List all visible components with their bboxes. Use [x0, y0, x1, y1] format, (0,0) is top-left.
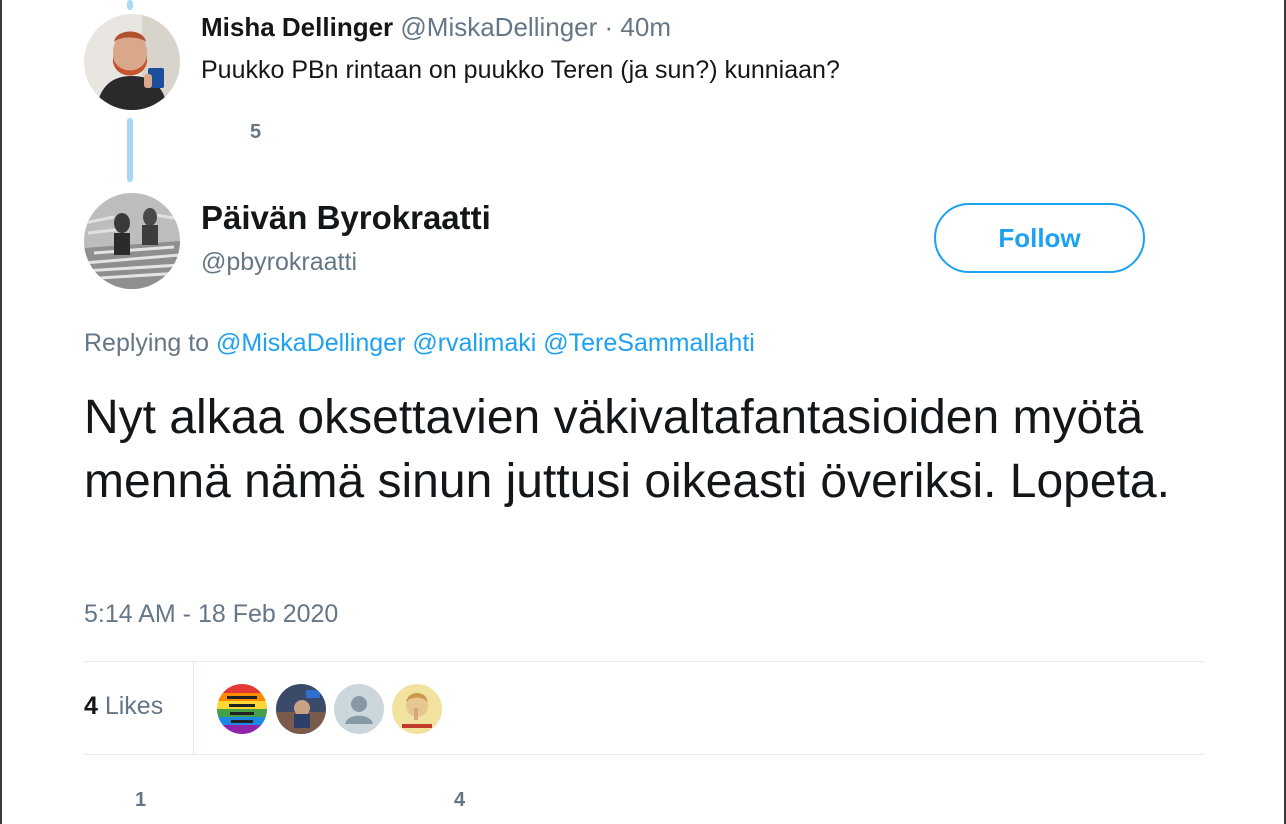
author-name[interactable]: Päivän Byrokraatti: [201, 199, 491, 237]
mention-link[interactable]: @TereSammallahti: [543, 329, 755, 357]
thread-line: [127, 118, 133, 182]
liker-avatar[interactable]: [276, 684, 326, 734]
parent-author: Misha Dellinger @MiskaDellinger · 40m: [201, 12, 671, 43]
mention-link[interactable]: @MiskaDellinger: [216, 329, 405, 357]
parent-author-handle[interactable]: @MiskaDellinger: [400, 12, 597, 42]
stats-divider-top: [84, 661, 1204, 662]
avatar-misha[interactable]: [84, 14, 180, 110]
reply-count[interactable]: 1: [135, 789, 146, 812]
likes-count: 4: [84, 692, 98, 720]
tweet-text: Nyt alkaa oksettavien väkivaltafantasioi…: [84, 391, 1170, 508]
avatar-pbyrokraatti[interactable]: [84, 193, 180, 289]
mention-link[interactable]: @rvalimaki: [412, 329, 536, 357]
tweet-page: Misha Dellinger @MiskaDellinger · 40m Pu…: [0, 0, 1286, 824]
follow-button[interactable]: Follow: [934, 203, 1145, 273]
stats-divider-vertical: [193, 661, 194, 754]
parent-author-name[interactable]: Misha Dellinger: [201, 12, 393, 42]
stats-divider-bottom: [84, 754, 1204, 755]
author-handle[interactable]: @pbyrokraatti: [201, 248, 357, 277]
replying-to: Replying to @MiskaDellinger @rvalimaki @…: [84, 329, 755, 358]
likes-stat[interactable]: 4 Likes: [84, 692, 163, 721]
liker-avatar[interactable]: [217, 684, 267, 734]
likes-label: Likes: [97, 692, 164, 720]
liker-avatar[interactable]: [392, 684, 442, 734]
like-count[interactable]: 4: [454, 789, 465, 812]
replying-to-label: Replying to: [84, 329, 217, 357]
parent-tweet-time[interactable]: · 40m: [597, 12, 671, 42]
parent-reply-count[interactable]: 5: [250, 121, 261, 144]
parent-tweet-text: Puukko PBn rintaan on puukko Teren (ja s…: [201, 56, 840, 84]
tweet-timestamp[interactable]: 5:14 AM - 18 Feb 2020: [84, 600, 338, 629]
thread-line-top: [127, 0, 133, 10]
liker-avatar-default[interactable]: [334, 684, 384, 734]
